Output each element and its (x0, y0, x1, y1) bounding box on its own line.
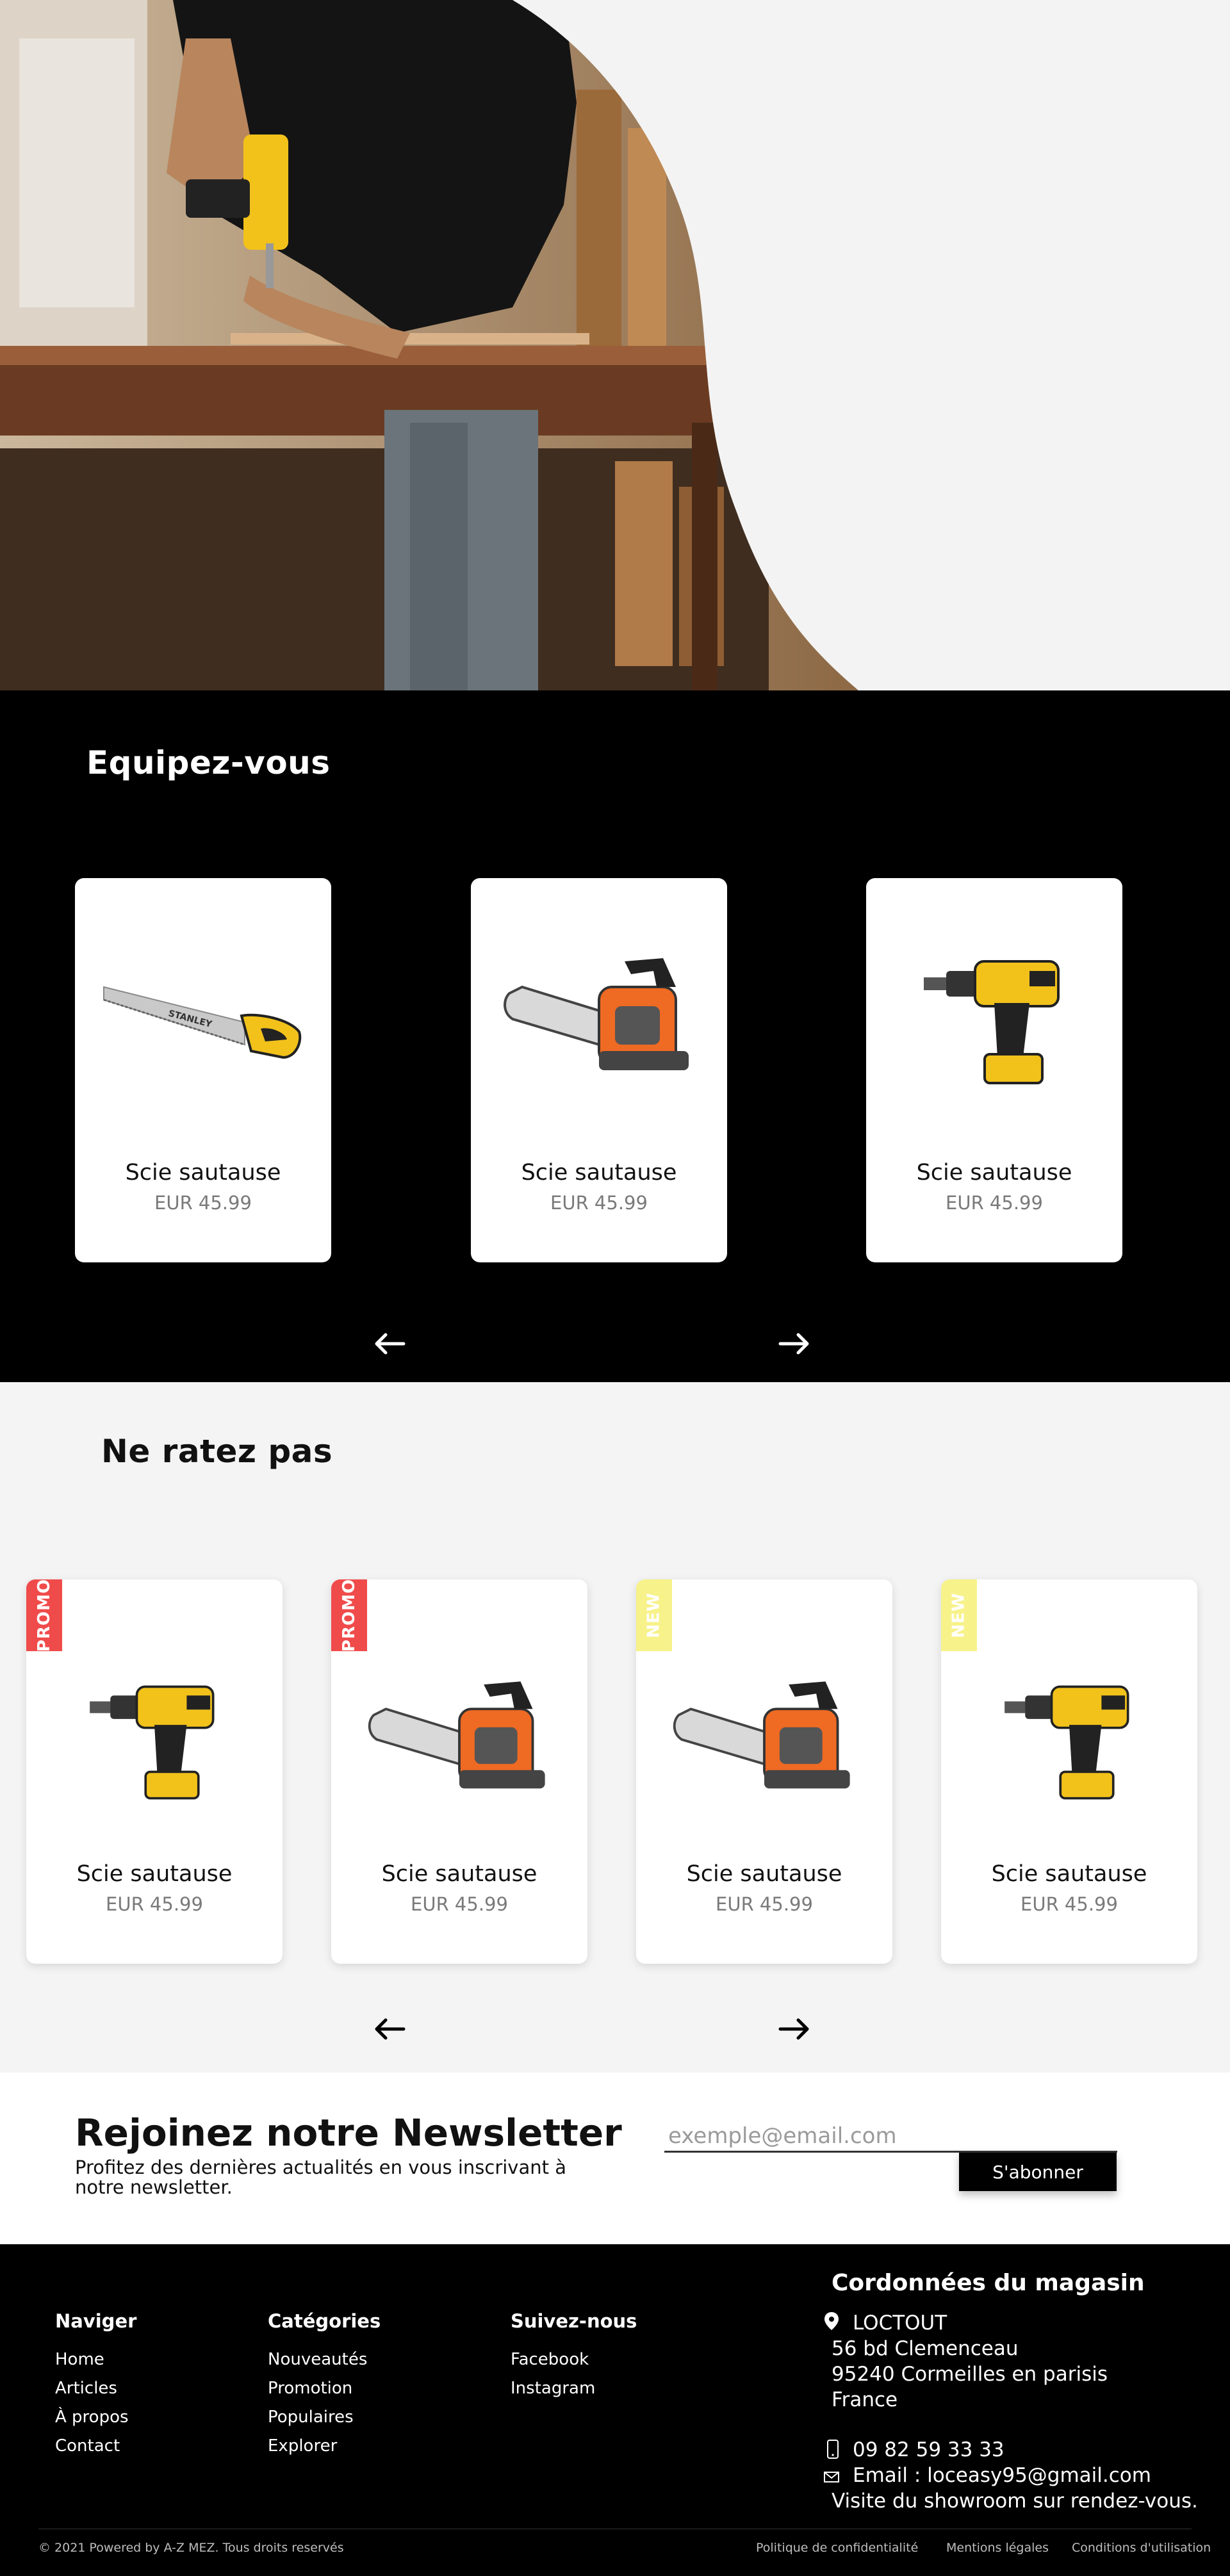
product-price: EUR 45.99 (550, 1192, 648, 1214)
footer-link-explorer[interactable]: Explorer (268, 2432, 367, 2461)
product-card[interactable]: PROMO Scie sautause EUR 45.99 (331, 1579, 587, 1964)
product-price: EUR 45.99 (1021, 1893, 1118, 1915)
footer-link-terms[interactable]: Conditions d'utilisation (1072, 2541, 1211, 2555)
promo-badge: PROMO (331, 1579, 367, 1652)
missed-section: Ne ratez pas PROMO Scie sautause EUR 45.… (0, 1382, 1230, 2073)
section-title: Equipez-vous (86, 744, 331, 781)
product-name: Scie sautause (521, 1160, 677, 1186)
copyright-text: © 2021 Powered by A-Z MEZ. Tous droits r… (38, 2541, 344, 2555)
product-name: Scie sautause (991, 1861, 1147, 1887)
product-card[interactable]: STANLEY Scie sautause EUR 45.99 (75, 878, 331, 1262)
product-card[interactable]: Scie sautause EUR 45.99 (866, 878, 1122, 1262)
footer-categories-list: Nouveautés Promotion Populaires Explorer (268, 2345, 367, 2461)
footer: Naviger Home Articles À propos Contact C… (0, 2244, 1230, 2576)
footer-nav-list: Home Articles À propos Contact (55, 2345, 129, 2461)
footer-link-about[interactable]: À propos (55, 2403, 129, 2432)
footer-link-facebook[interactable]: Facebook (511, 2345, 595, 2374)
drill-icon (941, 1656, 1197, 1823)
product-price: EUR 45.99 (946, 1192, 1043, 1214)
store-name: LOCTOUT (853, 2311, 947, 2335)
footer-categories-title: Catégories (268, 2310, 381, 2332)
carousel-next-arrow-icon[interactable] (776, 1331, 812, 1357)
store-email: Email : loceasy95@gmail.com (853, 2464, 1151, 2487)
footer-social-title: Suivez-nous (511, 2310, 637, 2332)
product-card[interactable]: Scie sautause EUR 45.99 (471, 878, 727, 1262)
new-badge: NEW (636, 1579, 672, 1651)
product-price: EUR 45.99 (716, 1893, 813, 1915)
chainsaw-icon (471, 917, 727, 1121)
product-price: EUR 45.99 (106, 1893, 203, 1915)
section-title: Ne ratez pas (101, 1433, 333, 1470)
chainsaw-icon (636, 1656, 892, 1823)
hero-banner (0, 0, 1230, 690)
footer-link-articles[interactable]: Articles (55, 2374, 129, 2403)
phone-icon (827, 2440, 839, 2459)
product-name: Scie sautause (125, 1160, 281, 1186)
footer-link-contact[interactable]: Contact (55, 2432, 129, 2461)
newsletter-title: Rejoinez notre Newsletter (75, 2111, 622, 2155)
store-city: 95240 Cormeilles en parisis (832, 2363, 1108, 2386)
footer-link-instagram[interactable]: Instagram (511, 2374, 595, 2403)
carousel-next-arrow-icon[interactable] (776, 2016, 812, 2042)
footer-link-nouveautes[interactable]: Nouveautés (268, 2345, 367, 2374)
store-street: 56 bd Clemenceau (832, 2337, 1019, 2360)
footer-link-legal[interactable]: Mentions légales (946, 2541, 1049, 2555)
email-input[interactable] (664, 2121, 1117, 2153)
footer-link-promotion[interactable]: Promotion (268, 2374, 367, 2403)
footer-link-home[interactable]: Home (55, 2345, 129, 2374)
store-visit-note: Visite du showroom sur rendez-vous. (832, 2490, 1198, 2513)
footer-social-list: Facebook Instagram (511, 2345, 595, 2403)
store-country: France (832, 2388, 898, 2411)
subscribe-button[interactable]: S'abonner (959, 2153, 1117, 2191)
product-card[interactable]: NEW Scie sautause EUR 45.99 (941, 1579, 1197, 1964)
newsletter-subtitle: Profitez des dernières actualités en vou… (75, 2156, 566, 2198)
drill-icon (866, 917, 1122, 1121)
footer-link-populaires[interactable]: Populaires (268, 2403, 367, 2432)
carousel-prev-arrow-icon[interactable] (372, 1331, 407, 1357)
drill-icon (26, 1656, 283, 1823)
footer-contact-title: Cordonnées du magasin (832, 2270, 1145, 2296)
location-pin-icon (824, 2312, 839, 2330)
product-price: EUR 45.99 (411, 1893, 508, 1915)
store-phone: 09 82 59 33 33 (853, 2438, 1004, 2461)
hero-workshop-image (0, 0, 858, 690)
product-name: Scie sautause (76, 1861, 233, 1887)
product-price: EUR 45.99 (154, 1192, 252, 1214)
promo-badge: PROMO (26, 1579, 62, 1652)
product-card[interactable]: NEW Scie sautause EUR 45.99 (636, 1579, 892, 1964)
footer-link-privacy[interactable]: Politique de confidentialité (756, 2541, 918, 2555)
footer-nav-title: Naviger (55, 2310, 137, 2332)
carousel-prev-arrow-icon[interactable] (372, 2016, 407, 2042)
equip-section: Equipez-vous STANLEY Scie sautause EUR 4… (0, 690, 1230, 1382)
email-icon (824, 2472, 839, 2482)
product-name: Scie sautause (686, 1861, 842, 1887)
product-name: Scie sautause (381, 1861, 537, 1887)
product-card[interactable]: PROMO Scie sautause EUR 45.99 (26, 1579, 283, 1964)
handsaw-icon: STANLEY (75, 917, 331, 1121)
product-name: Scie sautause (916, 1160, 1072, 1186)
new-badge: NEW (941, 1579, 977, 1651)
newsletter-section: Rejoinez notre Newsletter Profitez des d… (0, 2073, 1230, 2244)
chainsaw-icon (331, 1656, 587, 1823)
